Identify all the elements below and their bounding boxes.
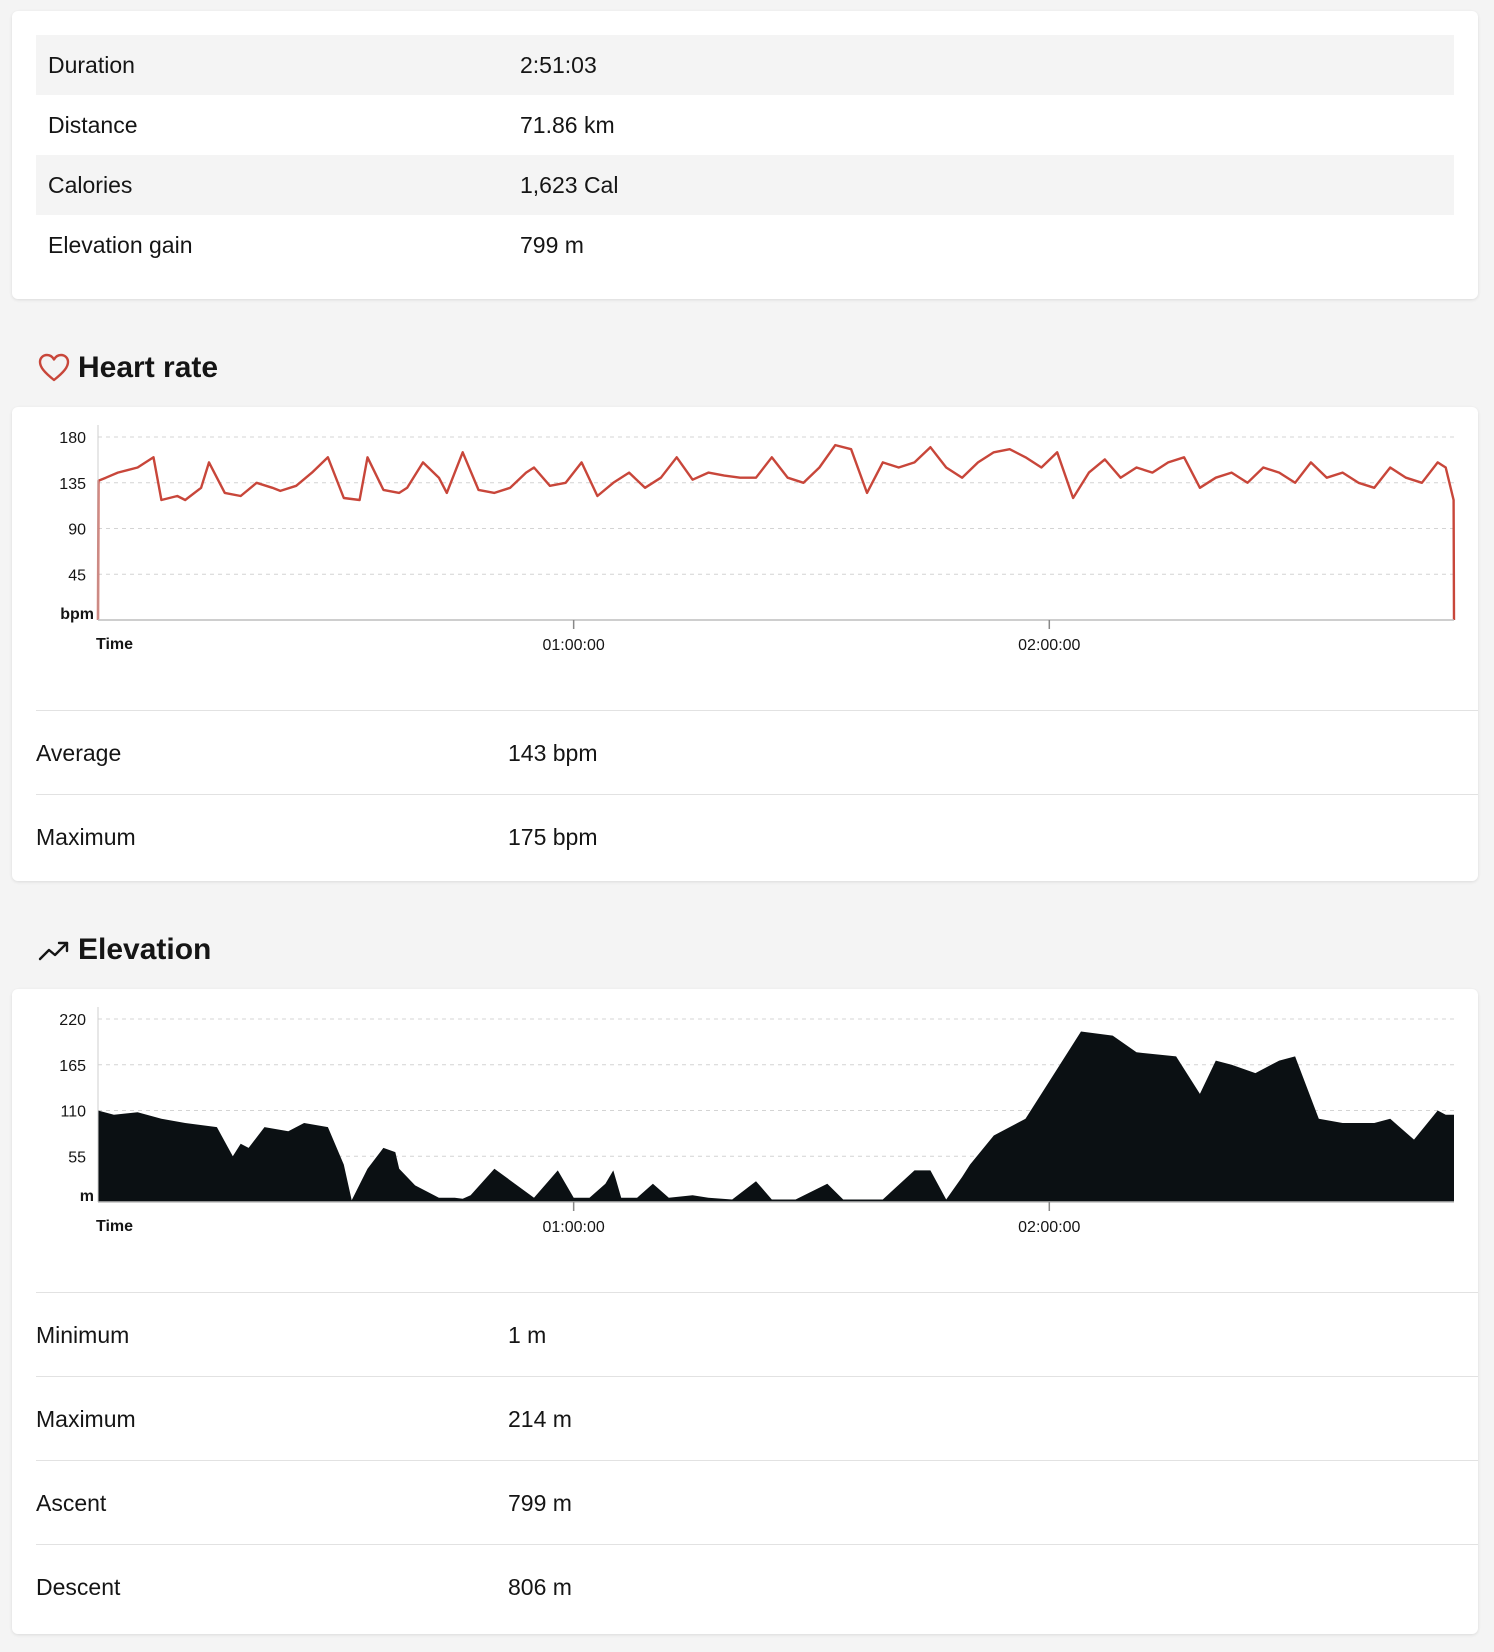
stat-label: Descent — [36, 1573, 121, 1600]
stat-value: 143 bpm — [508, 739, 598, 766]
y-axis-label: m — [80, 1188, 94, 1205]
x-tick-label: 01:00:00 — [543, 637, 605, 654]
summary-value: 2:51:03 — [520, 51, 597, 78]
stat-label: Average — [36, 739, 122, 766]
stat-value: 806 m — [508, 1573, 572, 1600]
heart-rate-chart: 180 135 90 45 01:00:00 02:00:00 bpmTime — [59, 425, 1456, 654]
series-area — [98, 1031, 1454, 1202]
x-axis-label: Time — [96, 636, 133, 653]
stat-value: 214 m — [508, 1405, 572, 1432]
summary-value: 799 m — [520, 231, 584, 258]
x-axis-label: Time — [96, 1218, 133, 1235]
heart-rate-card: 180 135 90 45 01:00:00 02:00:00 bpm Time Averag… — [12, 407, 1478, 881]
y-tick-label: 45 — [68, 567, 86, 584]
elevation-chart: 220 165 110 55 01:00:00 02:00:00 mTime — [59, 1007, 1454, 1236]
stat-value: 799 m — [508, 1489, 572, 1516]
stat-label: Maximum — [36, 1405, 136, 1432]
heart-rate-stat-maximum: Maximum 175 bpm — [36, 794, 1478, 879]
heart-rate-heading: Heart rate — [38, 348, 218, 388]
summary-row-distance: Distance 71.86 km — [36, 95, 1454, 155]
summary-row-calories: Calories 1,623 Cal — [36, 155, 1454, 215]
y-tick-label: 220 — [59, 1012, 86, 1029]
summary-value: 1,623 Cal — [520, 171, 619, 198]
stat-label: Maximum — [36, 823, 136, 850]
summary-label: Duration — [48, 51, 135, 78]
y-tick-label: 135 — [59, 476, 86, 493]
summary-label: Elevation gain — [48, 231, 193, 258]
summary-row-elevation-gain: Elevation gain 799 m — [36, 215, 1454, 275]
summary-card: Duration 2:51:03 Distance 71.86 km Calor… — [12, 11, 1478, 299]
x-tick-label: 01:00:00 — [543, 1219, 605, 1236]
elevation-stat-minimum: Minimum 1 m — [36, 1292, 1478, 1377]
y-axis-label: bpm — [60, 606, 94, 623]
elevation-stat-maximum: Maximum 214 m — [36, 1376, 1478, 1461]
y-tick-label: 165 — [59, 1058, 86, 1075]
stat-value: 1 m — [508, 1321, 547, 1348]
y-tick-label: 180 — [59, 430, 86, 447]
elevation-title: Elevation — [78, 933, 212, 966]
x-tick-label: 02:00:00 — [1018, 1219, 1080, 1236]
summary-label: Calories — [48, 171, 133, 198]
stat-label: Ascent — [36, 1489, 107, 1516]
x-tick-label: 02:00:00 — [1018, 637, 1080, 654]
summary-value: 71.86 km — [520, 111, 615, 138]
y-tick-label: 110 — [60, 1104, 86, 1121]
heart-icon — [38, 353, 70, 383]
y-tick-label: 90 — [68, 522, 86, 539]
elevation-stat-descent: Descent 806 m — [36, 1544, 1478, 1629]
summary-row-duration: Duration 2:51:03 — [36, 35, 1454, 95]
summary-label: Distance — [48, 111, 138, 138]
stat-value: 175 bpm — [508, 823, 598, 850]
y-tick-label: 55 — [68, 1149, 86, 1166]
trending-up-icon — [38, 937, 70, 963]
heart-rate-title: Heart rate — [78, 351, 219, 384]
heart-rate-stat-average: Average 143 bpm — [36, 710, 1478, 795]
elevation-stat-ascent: Ascent 799 m — [36, 1460, 1478, 1545]
series-line — [96, 443, 1456, 621]
elevation-card: 220 165 110 55 01:00:00 02:00:00 m Time Minimum… — [12, 989, 1478, 1634]
stat-label: Minimum — [36, 1321, 130, 1348]
elevation-heading: Elevation — [38, 930, 211, 970]
